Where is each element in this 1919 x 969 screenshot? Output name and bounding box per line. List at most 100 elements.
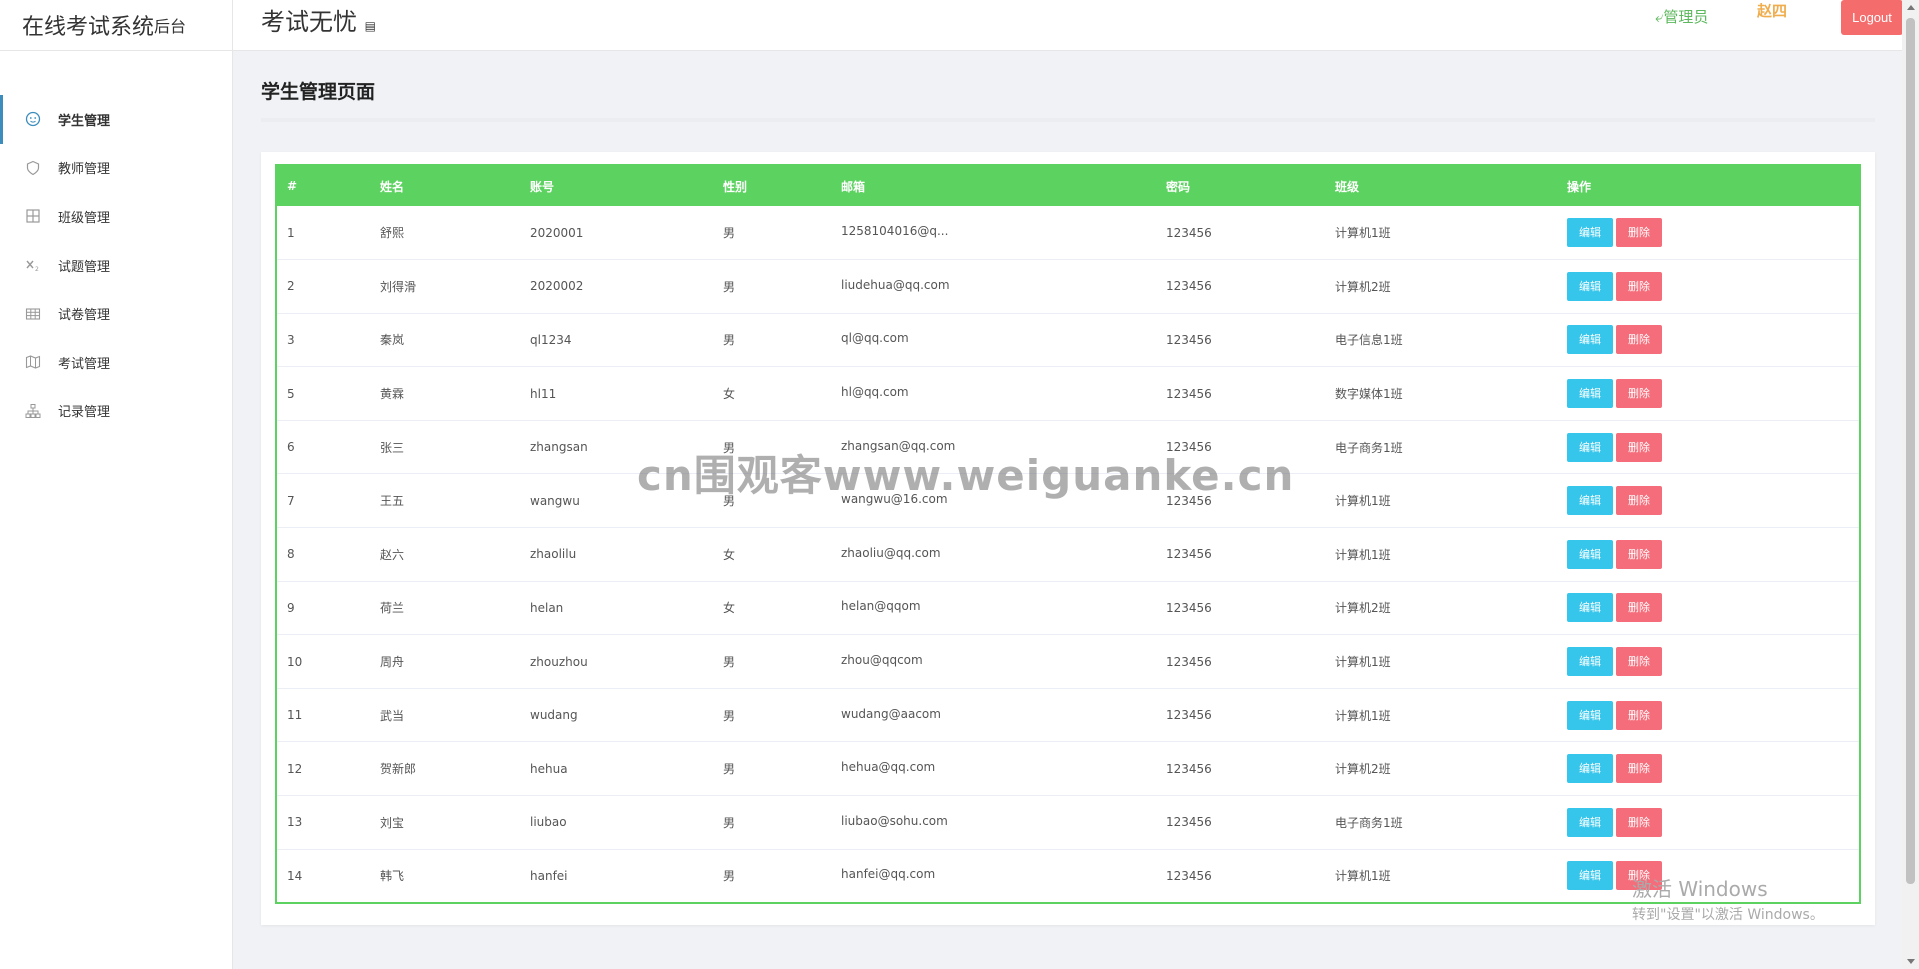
- top-header: 考试无忧 ▤ ⤶管理员 赵四 Logout: [233, 0, 1919, 51]
- logout-button[interactable]: Logout: [1841, 0, 1903, 35]
- delete-button[interactable]: 删除: [1616, 700, 1662, 730]
- edit-button[interactable]: 编辑: [1567, 486, 1613, 516]
- edit-button[interactable]: 编辑: [1567, 271, 1613, 301]
- sidebar-item-label: 班级管理: [58, 210, 111, 226]
- edit-button[interactable]: 编辑: [1567, 807, 1613, 837]
- cell-actions: 编辑 删除: [1557, 581, 1860, 635]
- email-text: 1258104016@q...: [841, 224, 949, 239]
- cell-class-name: 计算机1班: [1335, 869, 1391, 884]
- cell-actions: 编辑 删除: [1557, 260, 1860, 314]
- cell-password: 123456: [1166, 868, 1212, 883]
- menu-toggle-icon[interactable]: ▤: [365, 19, 376, 33]
- sidebar-item-teachers[interactable]: 教师管理: [0, 144, 232, 193]
- table-row: 12 贺新郎 hehua 男 hehua@qq.com 123456 计算机2班 编辑 删除: [276, 742, 1860, 796]
- cell-gender: 男: [723, 655, 736, 670]
- admin-link[interactable]: ⤶管理员: [1655, 6, 1708, 27]
- cell-actions: 编辑 删除: [1557, 742, 1860, 796]
- sidebar-item-papers[interactable]: 试卷管理: [0, 289, 232, 338]
- sidebar-item-students[interactable]: 学生管理: [0, 95, 232, 144]
- delete-button[interactable]: 删除: [1616, 807, 1662, 837]
- cell-row-index: 11: [287, 708, 303, 723]
- table-row: 5 黄霖 hl11 女 hl@qq.com 123456 数字媒体1班 编辑 删除: [276, 367, 1860, 421]
- cell-email: liudehua@qq.com: [831, 260, 1156, 314]
- edit-button[interactable]: 编辑: [1567, 218, 1613, 248]
- cell-account: liubao: [530, 815, 567, 830]
- delete-button[interactable]: 删除: [1616, 325, 1662, 355]
- cell-actions: 编辑 删除: [1557, 206, 1860, 260]
- edit-button[interactable]: 编辑: [1567, 379, 1613, 409]
- delete-button[interactable]: 删除: [1616, 218, 1662, 248]
- delete-button[interactable]: 删除: [1616, 379, 1662, 409]
- cell-row-index: 6: [287, 440, 295, 455]
- delete-button[interactable]: 删除: [1616, 593, 1662, 623]
- shield-icon: [24, 159, 42, 177]
- email-text: helan@qqom: [841, 599, 921, 614]
- cell-email: zhangsan@qq.com: [831, 420, 1156, 474]
- cell-actions: 编辑 删除: [1557, 474, 1860, 528]
- delete-button[interactable]: 删除: [1616, 539, 1662, 569]
- edit-button[interactable]: 编辑: [1567, 861, 1613, 891]
- grid-icon: [24, 207, 42, 225]
- email-text: zhaoliu@qq.com: [841, 545, 941, 560]
- sidebar-item-questions[interactable]: 2 试题管理: [0, 241, 232, 290]
- delete-button[interactable]: 删除: [1616, 271, 1662, 301]
- sidebar-item-exams[interactable]: 考试管理: [0, 338, 232, 387]
- email-text: liudehua@qq.com: [841, 277, 950, 292]
- cell-row-index: 5: [287, 386, 295, 401]
- cell-actions: 编辑 删除: [1557, 420, 1860, 474]
- cell-student-name: 武当: [380, 708, 405, 723]
- delete-button[interactable]: 删除: [1616, 432, 1662, 462]
- delete-button[interactable]: 删除: [1616, 647, 1662, 677]
- cell-row-index: 14: [287, 868, 303, 883]
- cell-gender: 男: [723, 226, 736, 241]
- delete-button[interactable]: 删除: [1616, 486, 1662, 516]
- edit-button[interactable]: 编辑: [1567, 647, 1613, 677]
- cell-class-name: 计算机2班: [1335, 601, 1391, 616]
- sidebar-item-classes[interactable]: 班级管理: [0, 192, 232, 241]
- scrollbar-thumb[interactable]: [1906, 18, 1915, 884]
- cell-gender: 男: [723, 440, 736, 455]
- table-row: 13 刘宝 liubao 男 liubao@sohu.com 123456 电子商务1班 编辑…: [276, 796, 1860, 850]
- cell-class-name: 电子商务1班: [1335, 815, 1403, 830]
- edit-button[interactable]: 编辑: [1567, 325, 1613, 355]
- sidebar-item-label: 考试管理: [58, 356, 111, 372]
- cell-row-index: 7: [287, 493, 295, 508]
- email-text: hanfei@qq.com: [841, 867, 936, 882]
- table-icon: [24, 305, 42, 323]
- delete-button[interactable]: 删除: [1616, 754, 1662, 784]
- edit-button[interactable]: 编辑: [1567, 700, 1613, 730]
- cell-student-name: 张三: [380, 440, 405, 455]
- admin-label: 管理员: [1663, 8, 1709, 26]
- vertical-scrollbar[interactable]: [1902, 0, 1919, 969]
- cell-password: 123456: [1166, 708, 1212, 723]
- brand-suffix: 后台: [154, 17, 187, 36]
- cell-student-name: 黄霖: [380, 387, 405, 402]
- delete-button[interactable]: 删除: [1616, 861, 1662, 891]
- table-row: 7 王五 wangwu 男 wangwu@16.com 123456 计算机1班 编辑 删除: [276, 474, 1860, 528]
- sidebar-item-records[interactable]: 记录管理: [0, 387, 232, 436]
- cell-gender: 男: [723, 708, 736, 723]
- cell-student-name: 刘宝: [380, 815, 405, 830]
- cell-email: zhou@qqcom: [831, 635, 1156, 689]
- column-header: 操作: [1567, 179, 1592, 194]
- edit-button[interactable]: 编辑: [1567, 593, 1613, 623]
- cell-email: hl@qq.com: [831, 367, 1156, 421]
- cell-gender: 女: [723, 387, 736, 402]
- table-row: 1 舒熙 2020001 男 1258104016@q... 123456 计算机1班 编辑删…: [276, 206, 1860, 260]
- scroll-down-arrow-icon[interactable]: [1907, 959, 1915, 964]
- cell-actions: 编辑 删除: [1557, 528, 1860, 582]
- edit-button[interactable]: 编辑: [1567, 432, 1613, 462]
- brand-title: 在线考试系统: [22, 15, 155, 40]
- cell-actions: 编辑 删除: [1557, 796, 1860, 850]
- edit-button[interactable]: 编辑: [1567, 539, 1613, 569]
- scroll-up-arrow-icon[interactable]: [1907, 5, 1915, 10]
- sidebar-menu: 学生管理 教师管理 班级管理 2 试题管理 试卷管理 考试管理 记录管理: [0, 95, 232, 435]
- edit-button[interactable]: 编辑: [1567, 754, 1613, 784]
- email-text: wangwu@16.com: [841, 492, 948, 507]
- cell-account: hl11: [530, 386, 557, 401]
- cell-email: ql@qq.com: [831, 313, 1156, 367]
- column-header: 密码: [1166, 179, 1191, 194]
- cell-account: hanfei: [530, 868, 568, 883]
- cell-email: zhaoliu@qq.com: [831, 528, 1156, 582]
- cell-email: wangwu@16.com: [831, 474, 1156, 528]
